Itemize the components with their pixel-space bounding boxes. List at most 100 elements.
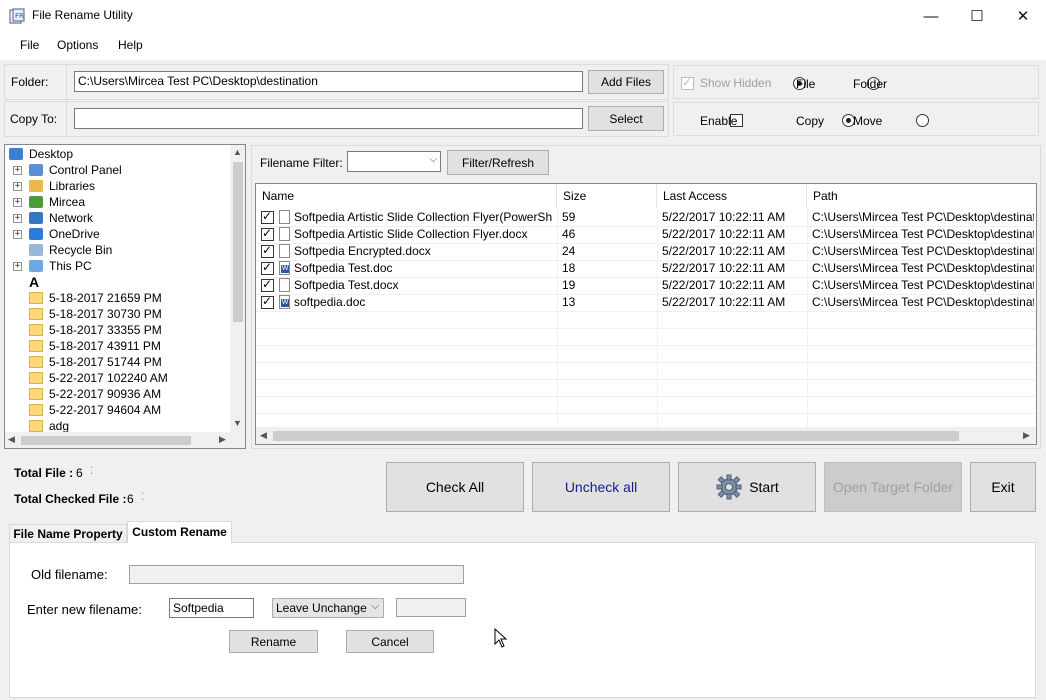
folder-input[interactable]: C:\Users\Mircea Test PC\Desktop\destinat… [74, 71, 583, 92]
tree-item[interactable]: 5-22-2017 94604 AM [5, 402, 230, 418]
new-filename-input[interactable]: Softpedia [169, 598, 254, 618]
table-row[interactable]: softpedia.doc 13 5/22/2017 10:22:11 AM C:\U… [256, 294, 1036, 311]
tree-hscroll-thumb[interactable] [21, 436, 191, 445]
old-filename-label: Old filename: [31, 567, 108, 582]
column-header-size[interactable]: Size [557, 184, 657, 208]
tree-scroll-up-icon[interactable]: ▲ [233, 147, 242, 157]
tree-item[interactable]: 5-18-2017 33355 PM [5, 322, 230, 338]
row-gridline [256, 328, 1036, 329]
list-scroll-left-icon[interactable]: ◀ [260, 430, 267, 441]
row-gridline [256, 311, 1036, 312]
folder-icon [29, 356, 43, 368]
mouse-cursor-icon [494, 628, 508, 648]
total-checked-value: 6 [127, 492, 134, 506]
rename-button[interactable]: Rename [229, 630, 318, 653]
folder-icon [29, 292, 43, 304]
list-horizontal-scrollbar[interactable]: ◀ ▶ [256, 427, 1036, 444]
filter-refresh-button[interactable]: Filter/Refresh [447, 150, 549, 175]
file-radio-label: File [796, 77, 816, 91]
case-option-select[interactable]: Leave Unchange ⌵ [272, 598, 384, 618]
tree-scroll-left-icon[interactable]: ◀ [8, 434, 15, 445]
tree-item[interactable]: A [5, 274, 230, 290]
tree-scroll-thumb[interactable] [233, 162, 243, 322]
tree-expand-icon[interactable]: + [13, 166, 22, 175]
cell-last-access: 5/22/2017 10:22:11 AM [662, 261, 786, 275]
exit-button[interactable]: Exit [970, 462, 1036, 512]
tree-item[interactable]: 5-18-2017 21659 PM [5, 290, 230, 306]
tree-expand-icon[interactable]: + [13, 198, 22, 207]
tree-item[interactable]: + Control Panel [5, 162, 230, 178]
libraries-icon [29, 180, 43, 192]
minimize-button[interactable]: — [908, 0, 954, 32]
check-all-button[interactable]: Check All [386, 462, 524, 512]
tree-item[interactable]: 5-18-2017 30730 PM [5, 306, 230, 322]
tree-item[interactable]: + This PC [5, 258, 230, 274]
tree-expand-icon[interactable]: + [13, 262, 22, 271]
tree-vertical-scrollbar[interactable]: ▲ ▼ [230, 145, 245, 432]
tree-expand-icon[interactable]: + [13, 214, 22, 223]
tree-item[interactable]: Recycle Bin [5, 242, 230, 258]
tree-item[interactable]: 5-18-2017 43911 PM [5, 338, 230, 354]
menu-file[interactable]: File [20, 38, 39, 52]
row-checkbox[interactable] [261, 277, 274, 292]
row-checkbox[interactable] [261, 294, 274, 309]
tree-item[interactable]: 5-22-2017 90936 AM [5, 386, 230, 402]
row-checkbox[interactable] [261, 226, 274, 241]
row-checkbox[interactable] [261, 243, 274, 258]
list-hscroll-thumb[interactable] [273, 431, 959, 441]
cell-path: C:\Users\Mircea Test PC\Desktop\destinat… [812, 227, 1034, 241]
tree-item[interactable]: + OneDrive [5, 226, 230, 242]
tree-horizontal-scrollbar[interactable]: ◀ ▶ [5, 432, 245, 448]
column-header-last-access[interactable]: Last Access [657, 184, 807, 208]
column-header-path[interactable]: Path [807, 184, 1036, 208]
cancel-button[interactable]: Cancel [346, 630, 434, 653]
tab-file-name-property[interactable]: File Name Property [9, 524, 127, 543]
old-filename-input[interactable] [129, 565, 464, 584]
table-row[interactable]: Softpedia Test.docx 19 5/22/2017 10:22:11 … [256, 277, 1036, 294]
tree-item[interactable]: + Libraries [5, 178, 230, 194]
filename-filter-select[interactable]: ⌵ [347, 151, 441, 172]
file-list[interactable]: Name Size Last Access Path Softpedia Art… [255, 183, 1037, 445]
table-row[interactable]: Softpedia Artistic Slide Collection Flye… [256, 226, 1036, 243]
copy-to-input[interactable] [74, 108, 583, 129]
menu-help[interactable]: Help [118, 38, 143, 52]
move-radio[interactable] [915, 114, 929, 127]
tree-item[interactable]: 5-22-2017 102240 AM [5, 370, 230, 386]
tree-item[interactable]: + Mircea [5, 194, 230, 210]
start-button[interactable]: Start [678, 462, 816, 512]
tree-item-label: 5-18-2017 21659 PM [49, 291, 162, 305]
cell-name: Softpedia Test.doc [294, 261, 393, 275]
maximize-button[interactable]: ☐ [954, 0, 1000, 32]
tree-expand-icon[interactable]: + [13, 182, 22, 191]
tree-item-label: Mircea [49, 195, 86, 209]
tab-custom-rename[interactable]: Custom Rename [127, 521, 232, 543]
row-gridline [256, 379, 1036, 380]
close-button[interactable]: ✕ [1000, 0, 1046, 32]
tree-item[interactable]: 5-18-2017 51744 PM [5, 354, 230, 370]
menu-options[interactable]: Options [57, 38, 98, 52]
select-button[interactable]: Select [588, 106, 664, 131]
extra-filename-input[interactable] [396, 598, 466, 617]
open-target-folder-button[interactable]: Open Target Folder [824, 462, 962, 512]
tree-item[interactable]: Desktop [5, 146, 230, 162]
row-checkbox[interactable] [261, 209, 274, 224]
uncheck-all-button[interactable]: Uncheck all [532, 462, 670, 512]
table-row[interactable]: Softpedia Artistic Slide Collection Flye… [256, 209, 1036, 226]
list-scroll-right-icon[interactable]: ▶ [1023, 430, 1030, 441]
cell-name: softpedia.doc [294, 295, 366, 309]
add-files-button[interactable]: Add Files [588, 70, 664, 94]
show-hidden-checkbox[interactable] [681, 75, 694, 90]
cell-path: C:\Users\Mircea Test PC\Desktop\destinat… [812, 278, 1034, 292]
tree-item[interactable]: + Network [5, 210, 230, 226]
folder-tree[interactable]: Desktop + Control Panel + Libraries + Mircea + N… [4, 144, 246, 449]
tree-scroll-right-icon[interactable]: ▶ [219, 434, 226, 445]
column-header-name[interactable]: Name [256, 184, 557, 208]
title-bar[interactable] [0, 0, 1046, 32]
tree-scroll-down-icon[interactable]: ▼ [233, 418, 242, 428]
row-checkbox[interactable] [261, 260, 274, 275]
cell-path: C:\Users\Mircea Test PC\Desktop\destinat… [812, 261, 1034, 275]
table-row[interactable]: Softpedia Encrypted.docx 24 5/22/2017 10:2… [256, 243, 1036, 260]
tree-item-label: 5-18-2017 30730 PM [49, 307, 162, 321]
tree-expand-icon[interactable]: + [13, 230, 22, 239]
table-row[interactable]: Softpedia Test.doc 18 5/22/2017 10:22:11 A… [256, 260, 1036, 277]
